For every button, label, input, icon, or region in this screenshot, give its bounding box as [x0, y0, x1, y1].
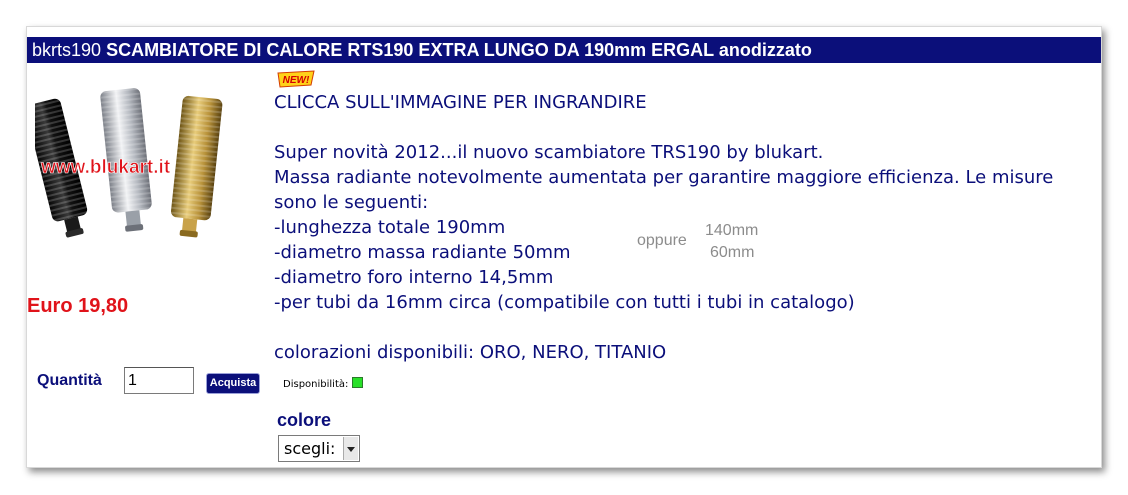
- product-name: SCAMBIATORE DI CALORE RTS190 EXTRA LUNGO…: [106, 40, 812, 60]
- new-badge: NEW!: [277, 70, 315, 88]
- click-to-enlarge-hint: CLICCA SULL'IMMAGINE PER INGRANDIRE: [274, 92, 647, 113]
- product-title-bar: bkrts190 SCAMBIATORE DI CALORE RTS190 EX…: [27, 37, 1101, 63]
- description-line: Massa radiante notevolmente aumentata pe…: [274, 167, 1054, 213]
- product-code: bkrts190: [32, 40, 102, 60]
- description-line: Super novità 2012...il nuovo scambiatore…: [274, 142, 824, 163]
- color-select[interactable]: scegli:: [278, 435, 360, 462]
- availability: Disponibilità:: [283, 377, 364, 390]
- buy-button[interactable]: Acquista: [206, 373, 260, 394]
- quantity-label: Quantità: [37, 372, 102, 389]
- new-badge-text: NEW!: [283, 75, 310, 86]
- available-colors: colorazioni disponibili: ORO, NERO, TITA…: [274, 342, 667, 363]
- alt-diameter-value: 60mm: [710, 244, 755, 261]
- product-image[interactable]: www.blukart.it: [35, 79, 225, 254]
- spec-inner-bore: -diametro foro interno 14,5mm: [274, 267, 554, 288]
- color-select-value: scegli:: [284, 439, 336, 458]
- alt-length-value: 140mm: [705, 222, 759, 239]
- product-price: Euro 19,80: [27, 295, 129, 317]
- image-watermark: www.blukart.it: [40, 157, 171, 178]
- product-description: CLICCA SULL'IMMAGINE PER INGRANDIRE Supe…: [274, 90, 1094, 365]
- availability-label: Disponibilità:: [283, 379, 349, 390]
- color-option-label: colore: [277, 410, 332, 430]
- chevron-down-icon[interactable]: [343, 437, 358, 460]
- alt-oppure-text: oppure: [637, 232, 687, 249]
- availability-indicator-icon: [352, 377, 364, 388]
- spec-tube-size: -per tubi da 16mm circa (compatibile con…: [274, 292, 855, 313]
- quantity-input[interactable]: [124, 367, 194, 394]
- product-card: bkrts190 SCAMBIATORE DI CALORE RTS190 EX…: [26, 26, 1102, 468]
